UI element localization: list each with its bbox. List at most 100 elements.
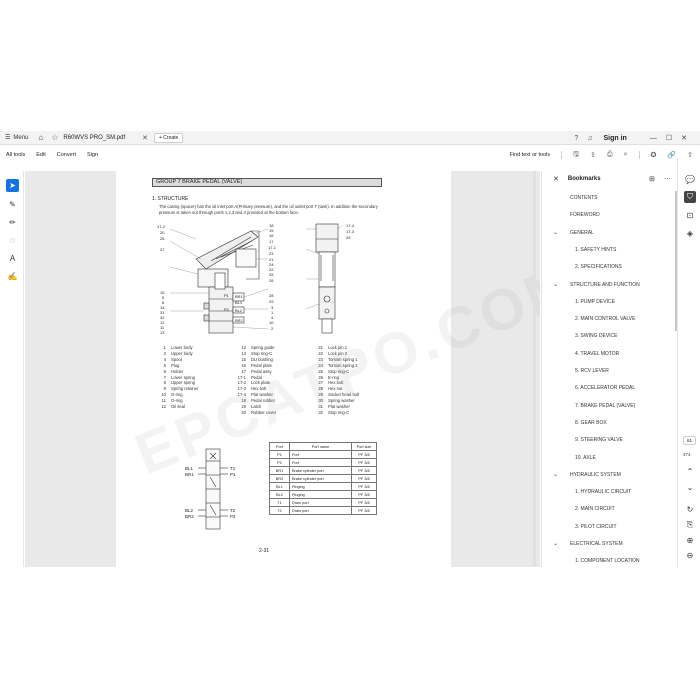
minimize-icon[interactable]: — [650,135,657,142]
bookmark-item[interactable]: 1. PUMP DEVICE [575,299,615,305]
bookmark-item[interactable]: 2. MAIN CIRCUIT [575,506,615,512]
layers-icon[interactable]: ◈ [684,227,696,239]
sign-in-button[interactable]: Sign in [604,135,627,142]
notification-bell-icon[interactable]: ♫ [587,135,592,142]
svg-text:25: 25 [346,235,351,240]
zoom-in-icon[interactable]: ⊕ [684,534,696,546]
table-cell: PF 3/8 [351,474,377,483]
share-icon[interactable]: ⇧ [687,151,693,159]
zoom-out-icon[interactable]: ⊖ [684,549,696,561]
ai-assistant-icon[interactable]: ✪ [651,151,657,159]
close-panel-icon[interactable]: ✕ [553,175,559,183]
page-up-icon[interactable]: ⌃ [684,465,696,477]
svg-text:17-1: 17-1 [268,245,277,250]
print-icon[interactable]: ⎙ [607,151,613,159]
svg-text:17-4: 17-4 [346,223,355,228]
sign-menu[interactable]: Sign [87,152,98,158]
document-scrollbar[interactable] [533,171,536,567]
bookmark-item[interactable]: 3. SWING DEVICE [575,333,618,339]
svg-text:13: 13 [160,330,165,335]
chevron-down-icon[interactable]: ⌄ [553,471,558,478]
table-row: T2 Drain port PF 3/8 [269,506,377,515]
bookmark-item[interactable]: 1. COMPONENT LOCATION [575,558,640,564]
table-cell: BL2 [269,490,290,499]
more-options-icon[interactable]: ⋯ [664,175,671,183]
menu-label: Menu [13,134,29,141]
svg-text:17-3: 17-3 [346,229,355,234]
bookmark-item[interactable]: FOREWORD [570,212,600,218]
window-close-icon[interactable]: ✕ [681,134,687,142]
fill-sign-icon[interactable]: ✍ [6,270,19,283]
bookmark-item[interactable]: 2. SPECIFICATIONS [575,264,622,270]
text-box-icon[interactable]: A [6,252,19,265]
bookmark-item[interactable]: 1. SAFETY HINTS [575,247,616,253]
bookmark-item[interactable]: 5. RCV LEVER [575,368,609,374]
bookmark-item[interactable]: HYDRAULIC SYSTEM [570,472,621,478]
page-down-icon[interactable]: ⌄ [684,481,696,493]
bookmark-item[interactable]: 8. GEAR BOX [575,420,607,426]
table-cell: PF 3/8 [351,498,377,507]
table-cell: Pluging [289,490,352,499]
maximize-icon[interactable]: ☐ [666,134,672,142]
table-cell: Pluging [289,482,352,491]
table-cell: PF 3/8 [351,482,377,491]
chevron-down-icon[interactable]: ⌄ [553,229,558,236]
bookmark-item[interactable]: 7. BRAKE PEDAL (VALVE) [575,403,635,409]
svg-text:10: 10 [269,320,274,325]
group-title: GROUP 7 BRAKE PEDAL (VALVE) [152,178,382,187]
help-icon[interactable]: ? [574,135,578,142]
bookmark-item[interactable]: 6. ACCELERATOR PEDAL [575,385,635,391]
upload-cloud-icon[interactable]: ⇪ [590,151,596,159]
bookmark-item[interactable]: ELECTRICAL SYSTEM [570,541,623,547]
left-tool-rail: ➤ ✎ ✏ ◌ A ✍ [0,171,24,567]
bookmark-item[interactable]: CONTENTS [570,195,598,201]
find-text-or-tools[interactable]: Find text or tools [509,152,550,158]
edit-menu[interactable]: Edit [36,152,45,158]
acrobat-window: ☰ Menu ⌂ ☆ R60WVS PRO_SM.pdf ✕ + Create … [0,131,700,567]
bookmark-item[interactable]: 4. TRAVEL MOTOR [575,351,619,357]
bookmarks-panel-icon[interactable]: ⛉ [684,191,696,203]
table-cell: BL1 [269,482,290,491]
draw-pen-icon[interactable]: ✏ [6,216,19,229]
bookmark-item[interactable]: STRUCTURE AND FUNCTION [570,282,640,288]
add-comment-icon[interactable]: ✎ [6,198,19,211]
bookmark-item[interactable]: 3. PILOT CIRCUIT [575,524,617,530]
rotate-icon[interactable]: ↻ [684,503,696,515]
close-tab-icon[interactable]: ✕ [142,134,148,142]
create-button[interactable]: + Create [153,132,184,143]
page-copy-icon[interactable]: ⎘ [684,519,696,531]
search-icon[interactable]: ⌕ [624,151,628,159]
svg-text:28: 28 [269,293,274,298]
all-tools-menu[interactable]: All tools [6,152,25,158]
svg-text:BL2: BL2 [235,308,243,313]
schematic-label-br2: BR2 [185,514,194,519]
table-cell: T2 [269,506,290,515]
highlight-lasso-icon[interactable]: ◌ [6,234,19,247]
add-bookmark-icon[interactable]: ⊞ [649,175,655,183]
document-tab[interactable]: ☆ R60WVS PRO_SM.pdf ✕ [51,133,148,142]
star-icon[interactable]: ☆ [51,133,58,142]
thumbnails-icon[interactable]: ⊡ [684,209,696,221]
current-page-input[interactable]: 61 [683,436,696,445]
table-cell: Port [289,458,352,467]
link-icon[interactable]: 🔗 [667,151,676,159]
chevron-down-icon[interactable]: ⌄ [553,281,558,288]
select-cursor-icon[interactable]: ➤ [6,179,19,192]
bookmark-item[interactable]: GENERAL [570,230,594,236]
document-viewport[interactable]: GROUP 7 BRAKE PEDAL (VALVE) 1. STRUCTURE… [25,171,540,567]
menu-button[interactable]: ☰ Menu [5,134,29,142]
bookmark-item[interactable]: 10. AXLE [575,455,596,461]
svg-text:17: 17 [269,239,274,244]
svg-text:P2: P2 [224,307,230,312]
convert-menu[interactable]: Convert [57,152,76,158]
chevron-down-icon[interactable]: ⌄ [553,540,558,547]
save-icon[interactable]: 🖫 [573,150,579,161]
schematic-label-t1: T1 [230,466,236,471]
home-icon[interactable]: ⌂ [38,133,43,142]
bookmark-item[interactable]: 9. STEERING VALVE [575,437,623,443]
table-cell: P2 [269,458,290,467]
bookmark-item[interactable]: 2. MAIN CONTROL VALVE [575,316,635,322]
bookmark-item[interactable]: 1. HYDRAULIC CIRCUIT [575,489,631,495]
page-number: 2-31 [259,548,270,554]
comments-icon[interactable]: 💬 [684,173,696,185]
